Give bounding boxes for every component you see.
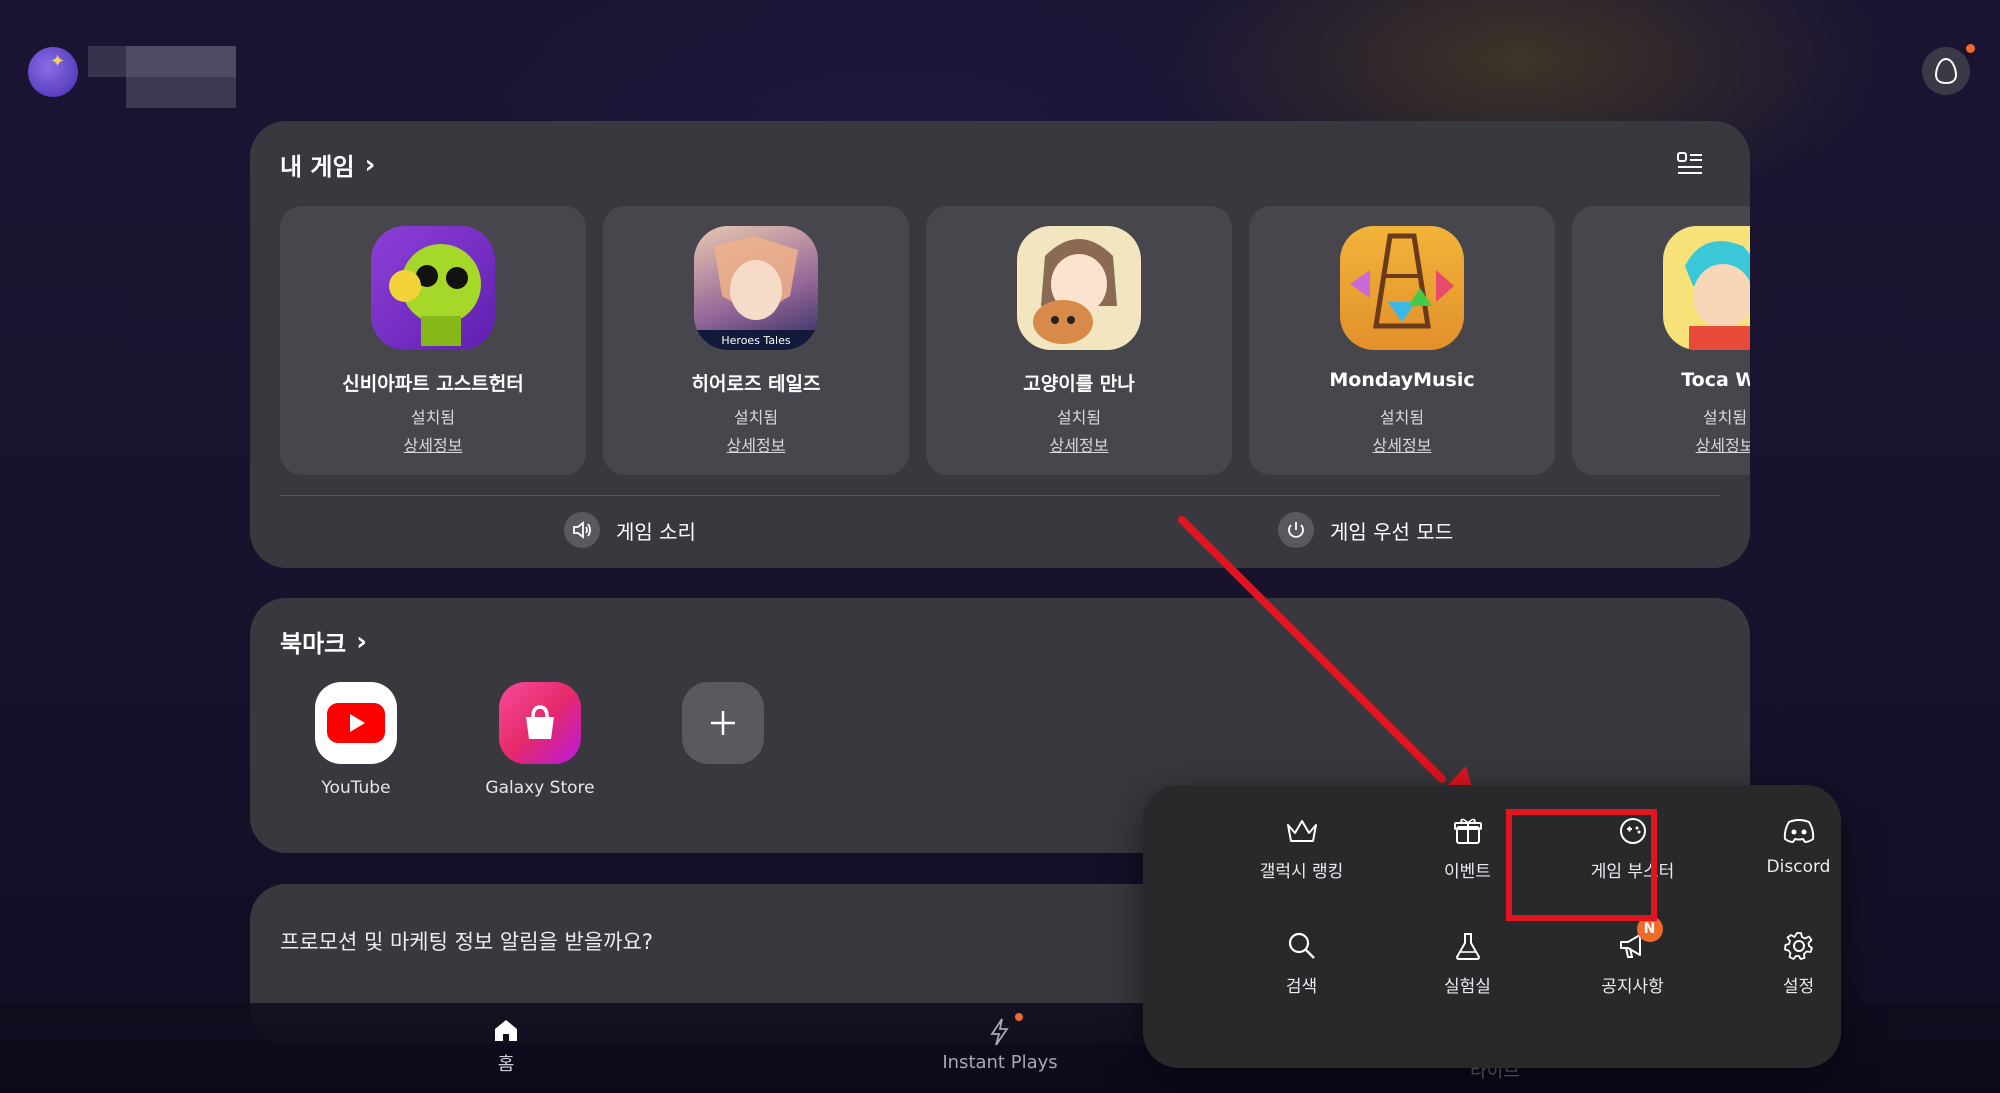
menu-label: 공지사항 xyxy=(1601,977,1664,997)
menu-settings[interactable]: 설정 xyxy=(1716,914,1881,1014)
menu-label: 실험실 xyxy=(1444,977,1491,997)
crown-icon xyxy=(1284,813,1320,849)
menu-discord[interactable]: Discord xyxy=(1716,799,1881,899)
quick-menu-popup: 갤럭시 랭킹 이벤트 게임 부스터 Discord 검색 실험실 N 공지사항 … xyxy=(1143,785,1841,1068)
gear-icon xyxy=(1781,928,1817,964)
menu-galaxy-ranking[interactable]: 갤럭시 랭킹 xyxy=(1219,799,1384,899)
gift-icon xyxy=(1450,813,1486,849)
menu-label: 검색 xyxy=(1285,977,1318,997)
megaphone-icon: N xyxy=(1615,916,1663,964)
menu-labs[interactable]: 실험실 xyxy=(1385,914,1550,1014)
search-icon xyxy=(1284,928,1320,964)
menu-search[interactable]: 검색 xyxy=(1219,914,1384,1014)
menu-notices[interactable]: N 공지사항 xyxy=(1550,914,1715,1014)
menu-label: Discord xyxy=(1766,857,1831,877)
menu-label: 설정 xyxy=(1782,977,1815,997)
menu-label: 갤럭시 랭킹 xyxy=(1259,862,1344,882)
discord-icon xyxy=(1781,813,1817,849)
annotation-highlight-box xyxy=(1506,809,1657,921)
flask-icon xyxy=(1450,928,1486,964)
